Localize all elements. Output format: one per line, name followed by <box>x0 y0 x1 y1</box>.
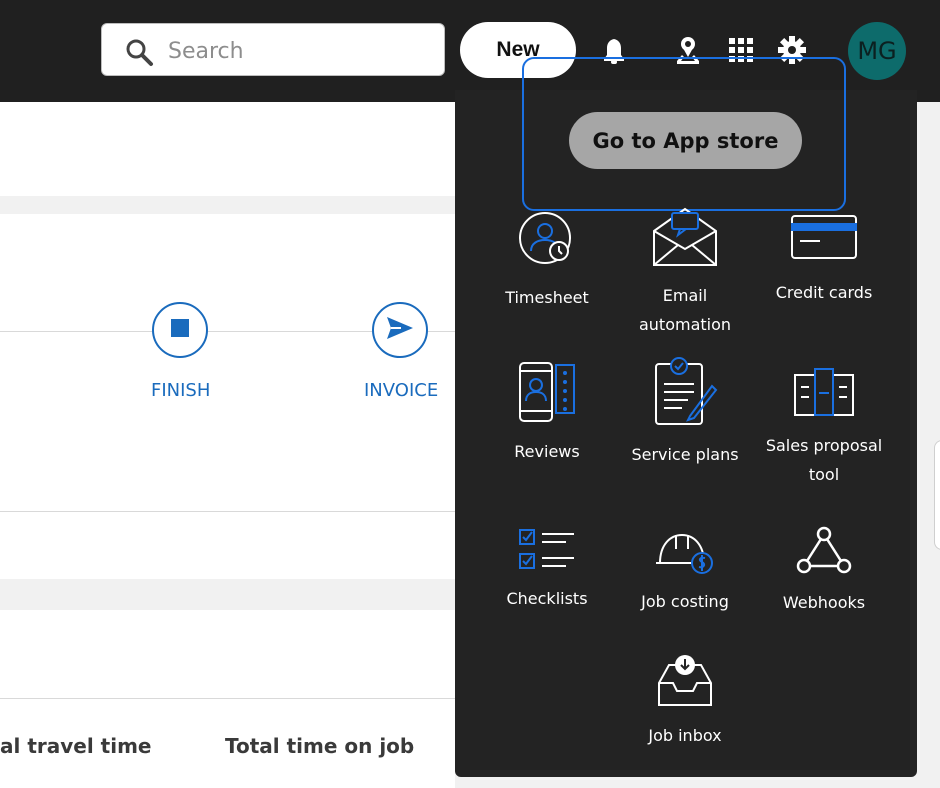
app-item-reviews[interactable]: Reviews <box>477 359 617 466</box>
email-automation-icon <box>653 207 717 266</box>
stats-panel <box>0 610 455 788</box>
send-icon <box>385 315 415 345</box>
app-item-job-inbox[interactable]: Job inbox <box>615 653 755 750</box>
job-detail-content <box>0 102 455 788</box>
app-item-label: Email automation <box>638 286 732 334</box>
app-item-checklists[interactable]: Checklists <box>477 526 617 613</box>
service-plans-icon <box>655 357 718 425</box>
app-item-label: Sales proposal tool <box>765 436 883 484</box>
timesheet-icon <box>519 212 571 264</box>
app-item-sales-proposal-tool[interactable]: Sales proposal tool <box>754 367 894 489</box>
job-inbox-icon <box>658 655 712 706</box>
finish-step-button[interactable] <box>152 302 208 358</box>
app-item-email-automation[interactable]: Email automation <box>615 205 755 339</box>
total-time-on-job-label: Total time on job <box>225 734 415 758</box>
app-item-label: Webhooks <box>782 593 866 612</box>
new-button[interactable]: New <box>460 22 576 78</box>
app-item-webhooks[interactable]: Webhooks <box>754 522 894 617</box>
app-item-timesheet[interactable]: Timesheet <box>477 211 617 312</box>
search-icon <box>124 37 154 67</box>
header-panel <box>0 102 455 196</box>
apps-grid-icon[interactable] <box>726 34 756 66</box>
checklist-icon <box>519 529 574 569</box>
total-travel-time-label: al travel time <box>0 734 152 758</box>
go-to-app-store-button[interactable]: Go to App store <box>569 112 802 169</box>
divider <box>0 698 455 699</box>
side-panel-edge <box>934 440 940 550</box>
finish-step-label: FINISH <box>151 380 211 401</box>
invoice-step-button[interactable] <box>372 302 428 358</box>
app-item-credit-cards[interactable]: Credit cards <box>754 214 894 307</box>
webhooks-icon <box>796 526 852 574</box>
job-costing-icon <box>656 533 713 574</box>
app-item-label: Reviews <box>514 442 580 461</box>
gear-icon[interactable] <box>777 34 807 66</box>
app-item-label: Checklists <box>506 589 588 608</box>
app-item-service-plans[interactable]: Service plans <box>615 356 755 469</box>
app-item-label: Timesheet <box>505 288 589 307</box>
search-input[interactable] <box>166 35 430 67</box>
map-pin-icon[interactable] <box>673 34 703 66</box>
invoice-step-label: INVOICE <box>364 380 439 401</box>
bell-icon[interactable] <box>599 34 629 66</box>
stop-icon <box>171 319 189 341</box>
app-item-label: Credit cards <box>775 283 873 302</box>
app-item-label: Job costing <box>641 592 729 611</box>
reviews-icon <box>519 362 575 422</box>
app-item-label: Job inbox <box>648 726 722 745</box>
credit-card-icon <box>791 215 857 259</box>
app-item-job-costing[interactable]: Job costing <box>615 529 755 616</box>
divider <box>0 511 455 512</box>
search-box[interactable] <box>101 23 445 76</box>
avatar[interactable]: MG <box>848 22 906 80</box>
sales-proposal-icon <box>794 368 854 416</box>
app-item-label: Service plans <box>631 445 739 464</box>
